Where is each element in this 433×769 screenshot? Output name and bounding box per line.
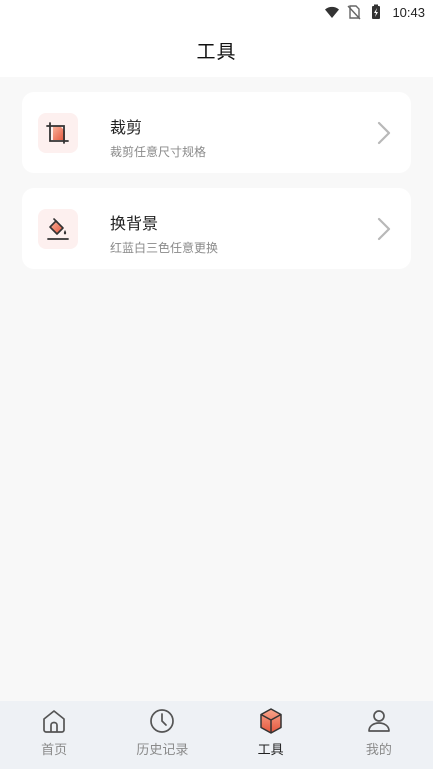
- no-sim-icon: [347, 5, 361, 20]
- tool-card-change-background[interactable]: 换背景 红蓝白三色任意更换: [22, 188, 411, 269]
- tab-label: 工具: [257, 743, 284, 758]
- wifi-icon: [325, 6, 340, 18]
- tool-title: 换背景: [110, 214, 159, 233]
- tool-icon-box: [38, 113, 78, 153]
- battery-charging-icon: [372, 4, 381, 19]
- tab-label: 首页: [41, 743, 68, 758]
- page-title: 工具: [196, 41, 237, 63]
- tab-home[interactable]: 首页: [0, 701, 108, 769]
- tab-tools[interactable]: 工具: [217, 701, 325, 769]
- status-bar: 10:43: [0, 0, 433, 24]
- crop-icon: [46, 122, 69, 144]
- tool-subtitle: 红蓝白三色任意更换: [110, 241, 219, 255]
- tool-card-crop[interactable]: 裁剪 裁剪任意尺寸规格: [22, 92, 411, 173]
- home-icon: [43, 710, 65, 733]
- app-header: 工具: [0, 24, 433, 77]
- cube-icon: [259, 708, 282, 734]
- tool-subtitle: 裁剪任意尺寸规格: [110, 145, 207, 159]
- tab-history[interactable]: 历史记录: [108, 701, 216, 769]
- status-time: 10:43: [392, 4, 425, 20]
- chevron-right-icon: [377, 121, 391, 145]
- tab-label: 我的: [365, 743, 392, 758]
- chevron-right-icon: [377, 217, 391, 241]
- tab-label: 历史记录: [136, 743, 189, 758]
- bottom-tab-bar: 首页 历史记录 工具 我的: [0, 701, 433, 769]
- clock-icon: [150, 709, 175, 733]
- tool-title: 裁剪: [110, 118, 143, 137]
- tab-profile[interactable]: 我的: [325, 701, 433, 769]
- user-icon: [368, 710, 390, 732]
- paint-bucket-icon: [47, 218, 69, 240]
- tool-icon-box: [38, 209, 78, 249]
